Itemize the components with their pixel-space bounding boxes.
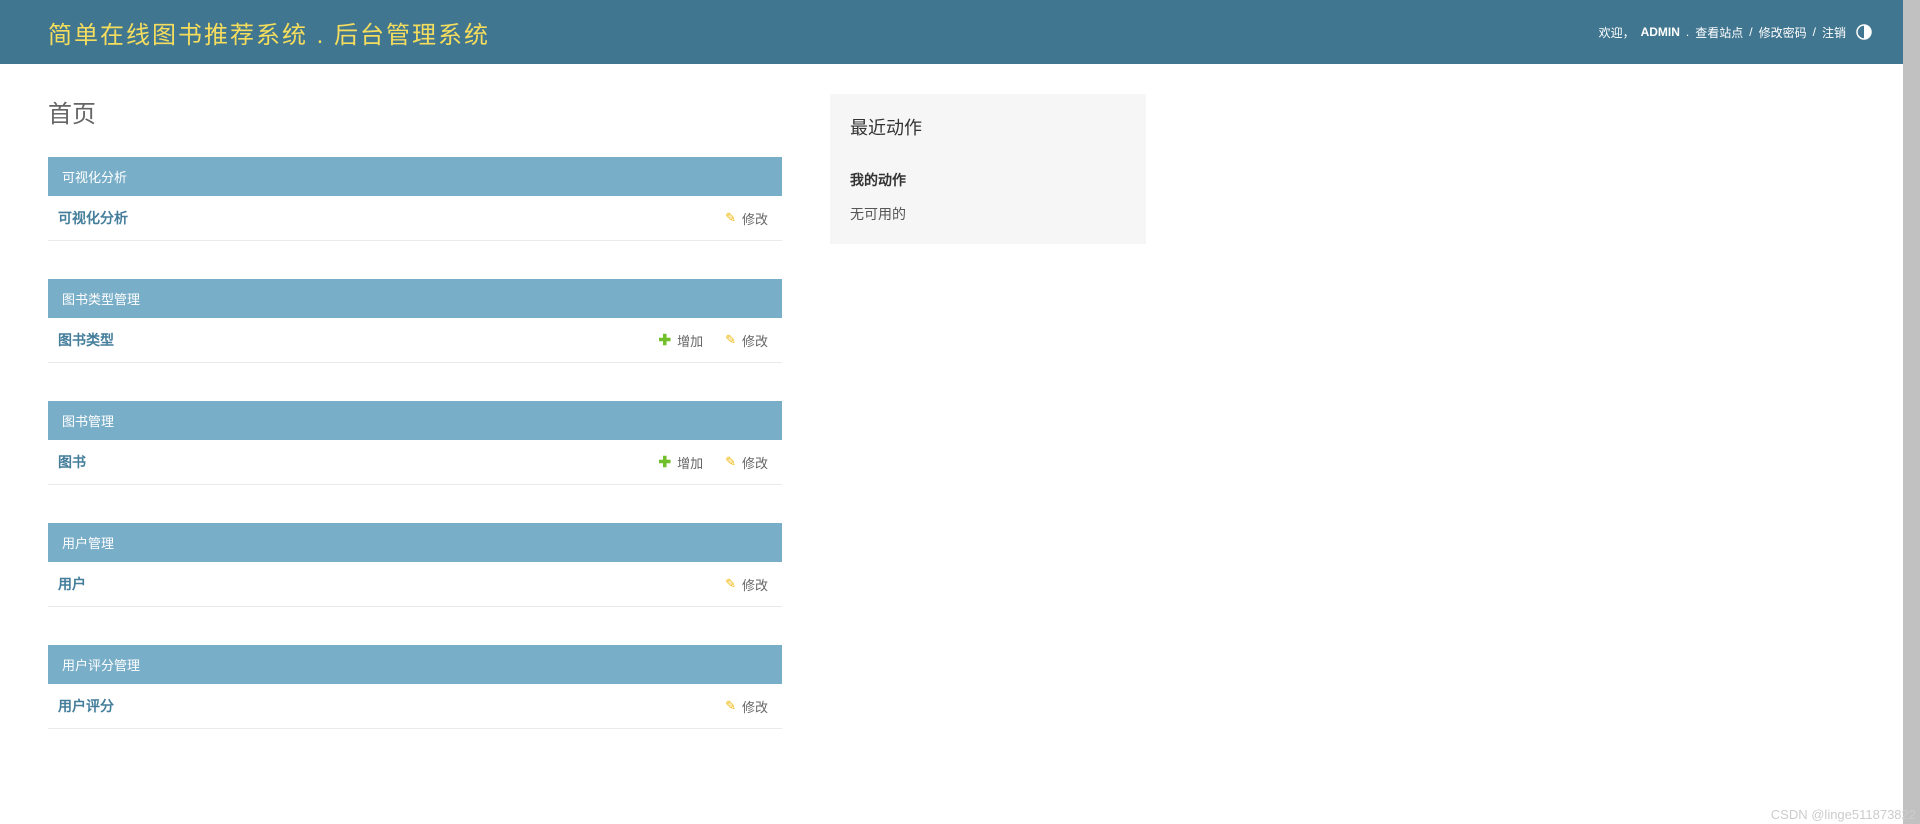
- module-header[interactable]: 用户管理: [48, 523, 782, 562]
- module-row: 用户 ✎ 修改: [48, 562, 782, 607]
- site-title[interactable]: 简单在线图书推荐系统 . 后台管理系统: [48, 15, 490, 50]
- change-link[interactable]: ✎ 修改: [725, 209, 768, 228]
- model-link[interactable]: 图书类型: [54, 330, 636, 350]
- change-link[interactable]: ✎ 修改: [725, 331, 768, 350]
- recent-actions-title: 最近动作: [850, 114, 1126, 140]
- header: 简单在线图书推荐系统 . 后台管理系统 欢迎， ADMIN. 查看站点 / 修改…: [0, 0, 1920, 64]
- dot: .: [1686, 25, 1689, 39]
- change-link[interactable]: ✎ 修改: [725, 453, 768, 472]
- plus-icon: ✚: [658, 331, 671, 349]
- change-label: 修改: [742, 575, 768, 594]
- page-title: 首页: [48, 94, 782, 129]
- module: 用户评分管理用户评分 ✎ 修改: [48, 645, 782, 729]
- welcome-text: 欢迎，: [1599, 24, 1635, 41]
- logout-link[interactable]: 注销: [1822, 24, 1846, 41]
- change-link[interactable]: ✎ 修改: [725, 697, 768, 716]
- scrollbar-thumb[interactable]: [1903, 0, 1920, 824]
- view-site-link[interactable]: 查看站点: [1695, 24, 1743, 41]
- plus-icon: ✚: [658, 453, 671, 471]
- module: 可视化分析可视化分析✎修改: [48, 157, 782, 241]
- header-user-tools: 欢迎， ADMIN. 查看站点 / 修改密码 / 注销: [1599, 24, 1872, 41]
- pencil-icon: ✎: [725, 576, 736, 592]
- scrollbar[interactable]: [1903, 0, 1920, 824]
- change-link[interactable]: ✎ 修改: [725, 575, 768, 594]
- module-row: 用户评分 ✎ 修改: [48, 684, 782, 729]
- change-label: 修改: [742, 209, 768, 228]
- add-link[interactable]: ✚ 增加: [658, 453, 703, 472]
- separator: /: [1813, 25, 1816, 39]
- module: 图书管理图书 ✚ 增加 ✎ 修改: [48, 401, 782, 485]
- add-link[interactable]: ✚ 增加: [658, 331, 703, 350]
- module: 图书类型管理图书类型 ✚ 增加 ✎ 修改: [48, 279, 782, 363]
- module-row: 可视化分析 ✎ 修改: [48, 196, 782, 241]
- add-label: 增加: [677, 331, 703, 350]
- change-label: 修改: [742, 331, 768, 350]
- recent-actions-panel: 最近动作 我的动作 无可用的: [830, 94, 1146, 244]
- my-actions-title: 我的动作: [850, 170, 1126, 190]
- pencil-icon: ✎: [725, 332, 736, 348]
- module-header[interactable]: 图书类型管理: [48, 279, 782, 318]
- container: 首页 可视化分析可视化分析✎修改图书类型管理图书类型✚增加✎修改图书管理图书✚增…: [0, 64, 1920, 797]
- module-header[interactable]: 图书管理: [48, 401, 782, 440]
- model-link[interactable]: 用户: [54, 574, 703, 594]
- module-row: 图书类型 ✚ 增加 ✎ 修改: [48, 318, 782, 363]
- model-link[interactable]: 可视化分析: [54, 208, 703, 228]
- module-header[interactable]: 可视化分析: [48, 157, 782, 196]
- watermark: CSDN @linge511873822: [1771, 807, 1916, 822]
- main-content: 首页 可视化分析可视化分析✎修改图书类型管理图书类型✚增加✎修改图书管理图书✚增…: [48, 94, 782, 767]
- model-link[interactable]: 用户评分: [54, 696, 703, 716]
- module-header[interactable]: 用户评分管理: [48, 645, 782, 684]
- module: 用户管理用户 ✎ 修改: [48, 523, 782, 607]
- pencil-icon: ✎: [725, 454, 736, 470]
- model-link[interactable]: 图书: [54, 452, 636, 472]
- no-actions-text: 无可用的: [850, 204, 1126, 224]
- module-row: 图书 ✚ 增加 ✎ 修改: [48, 440, 782, 485]
- change-label: 修改: [742, 697, 768, 716]
- theme-toggle-icon[interactable]: [1856, 24, 1872, 40]
- add-label: 增加: [677, 453, 703, 472]
- separator: /: [1749, 25, 1752, 39]
- username-link[interactable]: ADMIN: [1641, 25, 1680, 39]
- change-password-link[interactable]: 修改密码: [1759, 24, 1807, 41]
- change-label: 修改: [742, 453, 768, 472]
- pencil-icon: ✎: [725, 210, 736, 226]
- pencil-icon: ✎: [725, 698, 736, 714]
